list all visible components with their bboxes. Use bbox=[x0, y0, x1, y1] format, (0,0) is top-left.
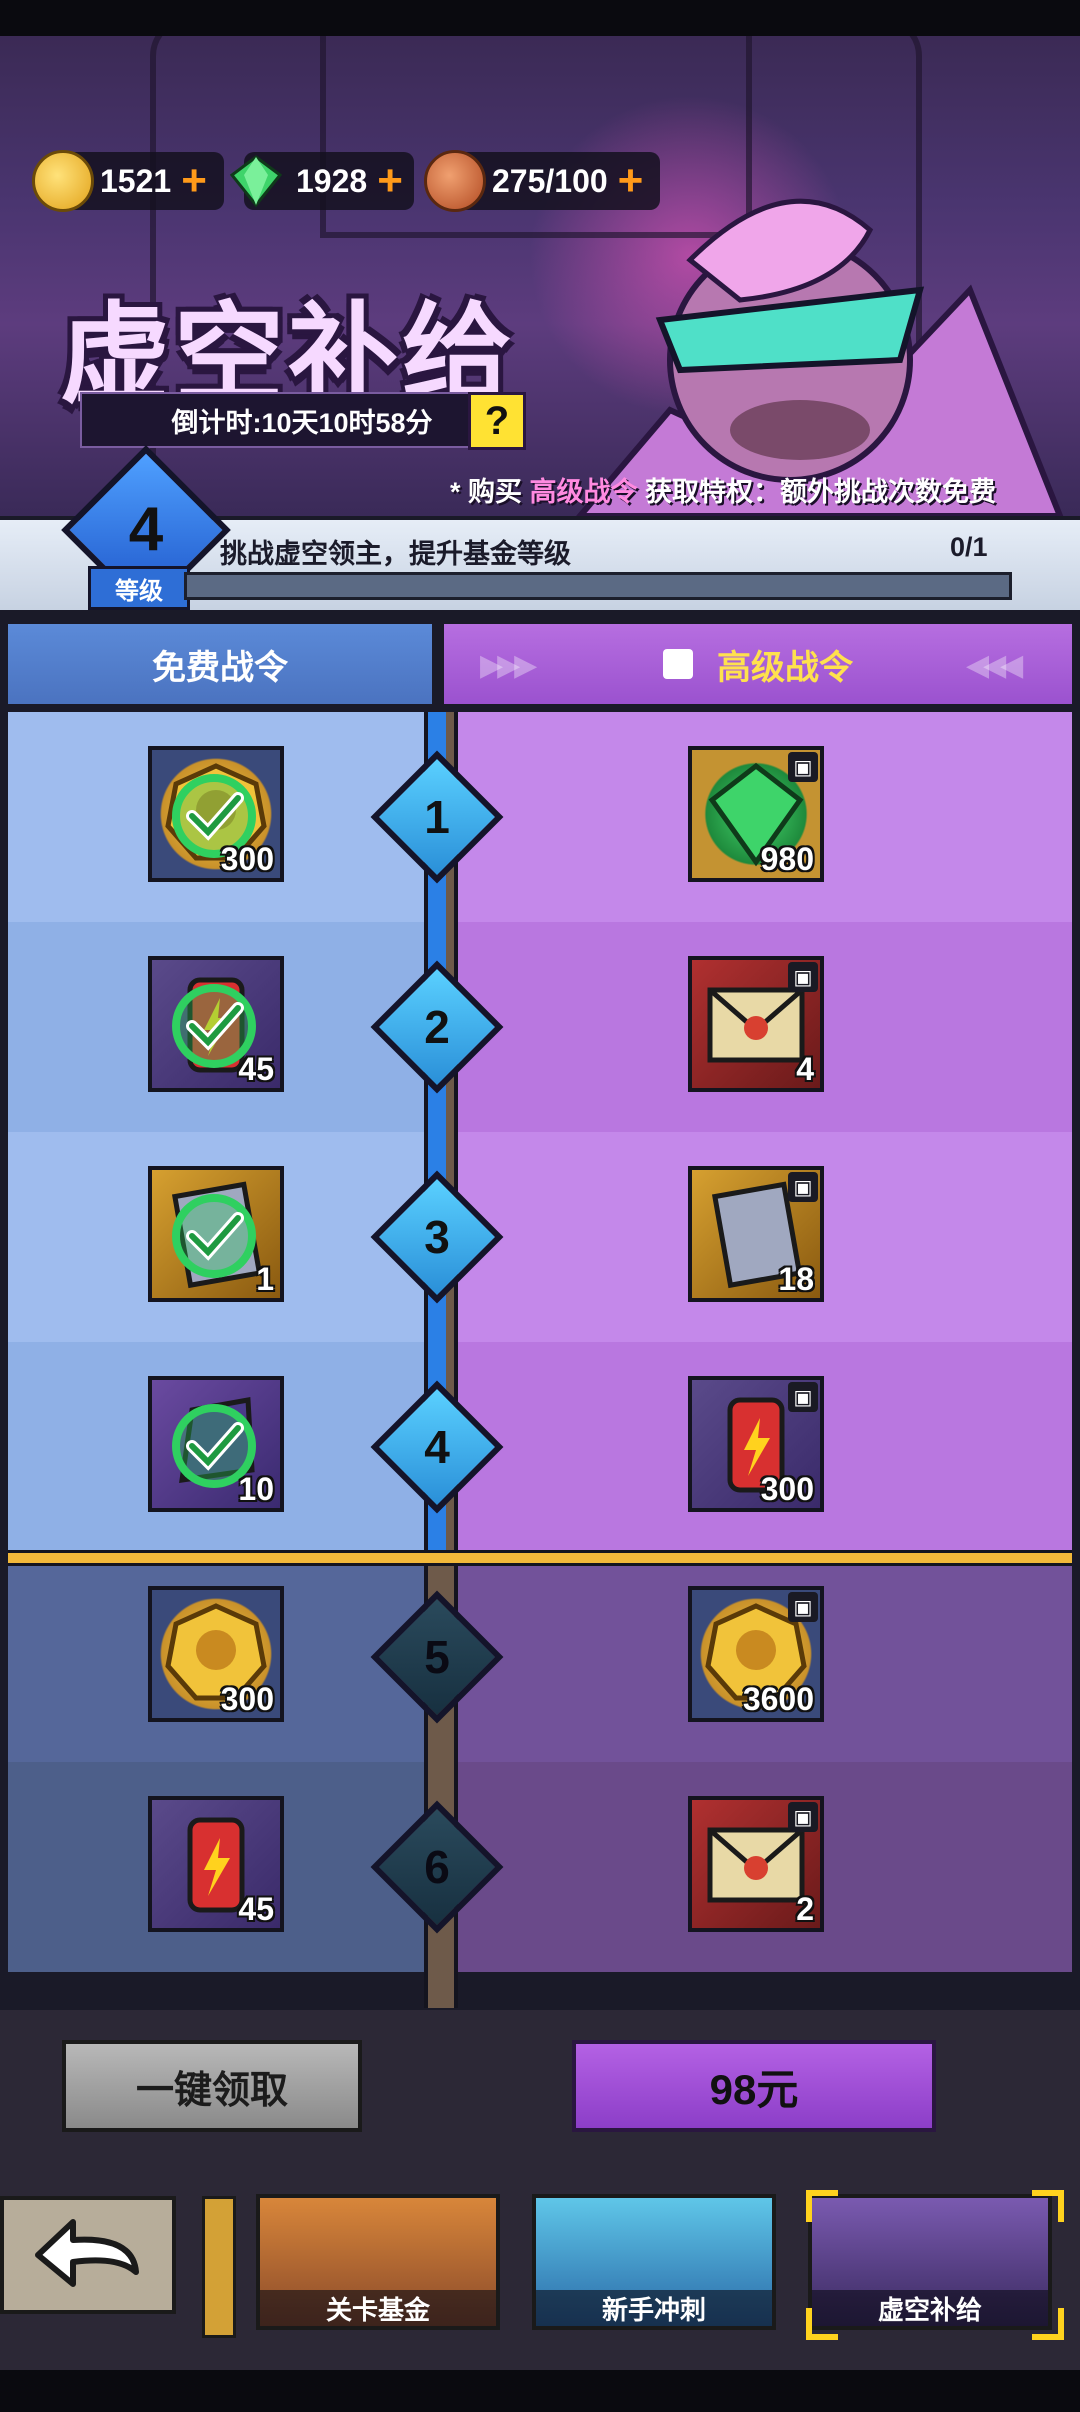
add-gems-button[interactable]: + bbox=[377, 159, 403, 203]
reward-quantity: 300 bbox=[220, 1681, 274, 1717]
add-coins-button[interactable]: + bbox=[181, 159, 207, 203]
free-reward-shard[interactable]: 10 bbox=[148, 1376, 284, 1512]
lock-icon bbox=[663, 649, 693, 679]
coin-amount: 1521 bbox=[100, 162, 172, 199]
free-reward-energy-can[interactable]: 45 bbox=[148, 956, 284, 1092]
reward-quantity: 1 bbox=[256, 1261, 274, 1297]
gem-amount: 1928 bbox=[296, 162, 368, 199]
selected-corner bbox=[1032, 2308, 1064, 2340]
premium-pass-label: 高级战令 bbox=[717, 648, 853, 687]
selected-corner bbox=[806, 2308, 838, 2340]
tier-number: 4 bbox=[424, 1421, 450, 1473]
arrow-right-icon: ▶▶▶ bbox=[480, 649, 537, 682]
selected-corner bbox=[806, 2190, 838, 2222]
promo-highlight: 高级战令 bbox=[529, 477, 638, 507]
lock-icon: ▣ bbox=[788, 1802, 818, 1832]
nav-tab-label: 关卡基金 bbox=[260, 2290, 496, 2326]
lock-icon: ▣ bbox=[788, 752, 818, 782]
premium-reward-envelope[interactable]: ▣ 4 bbox=[688, 956, 824, 1092]
reward-quantity: 980 bbox=[760, 841, 814, 877]
level-number: 4 bbox=[128, 495, 164, 564]
tier-number: 1 bbox=[424, 791, 450, 843]
reward-quantity: 18 bbox=[778, 1261, 814, 1297]
current-level-divider bbox=[8, 1550, 1072, 1566]
premium-reward-hero-card[interactable]: ▣ 18 bbox=[688, 1166, 824, 1302]
nav-tab-label: 新手冲刺 bbox=[536, 2290, 772, 2326]
tier-number: 5 bbox=[424, 1631, 450, 1683]
nav-tab-label: 虚空补给 bbox=[812, 2290, 1048, 2326]
reward-quantity: 2 bbox=[796, 1891, 814, 1927]
reward-quantity: 300 bbox=[220, 841, 274, 877]
lock-icon: ▣ bbox=[788, 1592, 818, 1622]
reward-quantity: 45 bbox=[238, 1891, 274, 1927]
tier-number: 6 bbox=[424, 1841, 450, 1893]
reward-quantity: 4 bbox=[796, 1051, 814, 1087]
lock-icon: ▣ bbox=[788, 962, 818, 992]
buy-premium-button[interactable]: 98元 bbox=[572, 2040, 936, 2132]
nav-tab-newbie-sprint[interactable]: 新手冲刺 bbox=[532, 2194, 776, 2330]
free-reward-hero-card[interactable]: 1 bbox=[148, 1166, 284, 1302]
level-task-text: 挑战虚空领主，提升基金等级 bbox=[220, 539, 571, 569]
back-button[interactable] bbox=[0, 2196, 176, 2314]
level-progress-bar bbox=[184, 572, 1012, 600]
level-task-progress: 0/1 bbox=[950, 532, 988, 562]
countdown-timer: 倒计时:10天10时58分 bbox=[80, 392, 524, 448]
reward-quantity: 45 bbox=[238, 1051, 274, 1087]
claimed-check-icon bbox=[172, 1194, 256, 1278]
free-pass-header: 免费战令 bbox=[8, 624, 432, 704]
meat-stamina-icon bbox=[424, 150, 486, 212]
reward-quantity: 300 bbox=[760, 1471, 814, 1507]
arrow-left-icon: ◀◀◀ bbox=[966, 649, 1023, 682]
premium-reward-envelope[interactable]: ▣ 2 bbox=[688, 1796, 824, 1932]
promo-prefix: * 购买 bbox=[450, 477, 523, 507]
currency-coins[interactable]: 1521 + bbox=[32, 150, 224, 212]
nav-bar bbox=[0, 2370, 1080, 2412]
tier-number: 3 bbox=[424, 1211, 450, 1263]
nav-tab-partial[interactable] bbox=[202, 2196, 236, 2338]
reward-quantity: 10 bbox=[238, 1471, 274, 1507]
void-lord-character-art bbox=[576, 198, 1064, 516]
free-reward-skull-coin[interactable]: 300 bbox=[148, 1586, 284, 1722]
premium-reward-energy-can[interactable]: ▣ 300 bbox=[688, 1376, 824, 1512]
lock-icon: ▣ bbox=[788, 1382, 818, 1412]
skull-coin-icon bbox=[32, 150, 94, 212]
free-reward-skull-coin[interactable]: 300 bbox=[148, 746, 284, 882]
tier-number: 2 bbox=[424, 1001, 450, 1053]
gem-icon bbox=[229, 155, 283, 208]
currency-gems[interactable]: 1928 + bbox=[229, 152, 414, 210]
nav-tab-void-supply[interactable]: 虚空补给 bbox=[808, 2194, 1052, 2330]
reward-quantity: 3600 bbox=[742, 1681, 814, 1717]
status-bar bbox=[0, 0, 1080, 36]
help-button[interactable]: ? bbox=[468, 392, 526, 450]
back-arrow-icon bbox=[35, 2219, 139, 2287]
premium-reward-gem[interactable]: ▣ 980 bbox=[688, 746, 824, 882]
premium-reward-skull-coin[interactable]: ▣ 3600 bbox=[688, 1586, 824, 1722]
level-label: 等级 bbox=[88, 566, 190, 610]
free-reward-energy-can[interactable]: 45 bbox=[148, 1796, 284, 1932]
promo-suffix: 获取特权：额外挑战次数免费 bbox=[645, 477, 997, 507]
selected-corner bbox=[1032, 2190, 1064, 2222]
lock-icon: ▣ bbox=[788, 1172, 818, 1202]
nav-tab-stage-fund[interactable]: 关卡基金 bbox=[256, 2194, 500, 2330]
claim-all-button[interactable]: 一键领取 bbox=[62, 2040, 362, 2132]
premium-promo-text: * 购买 高级战令 获取特权：额外挑战次数免费 bbox=[450, 470, 996, 509]
